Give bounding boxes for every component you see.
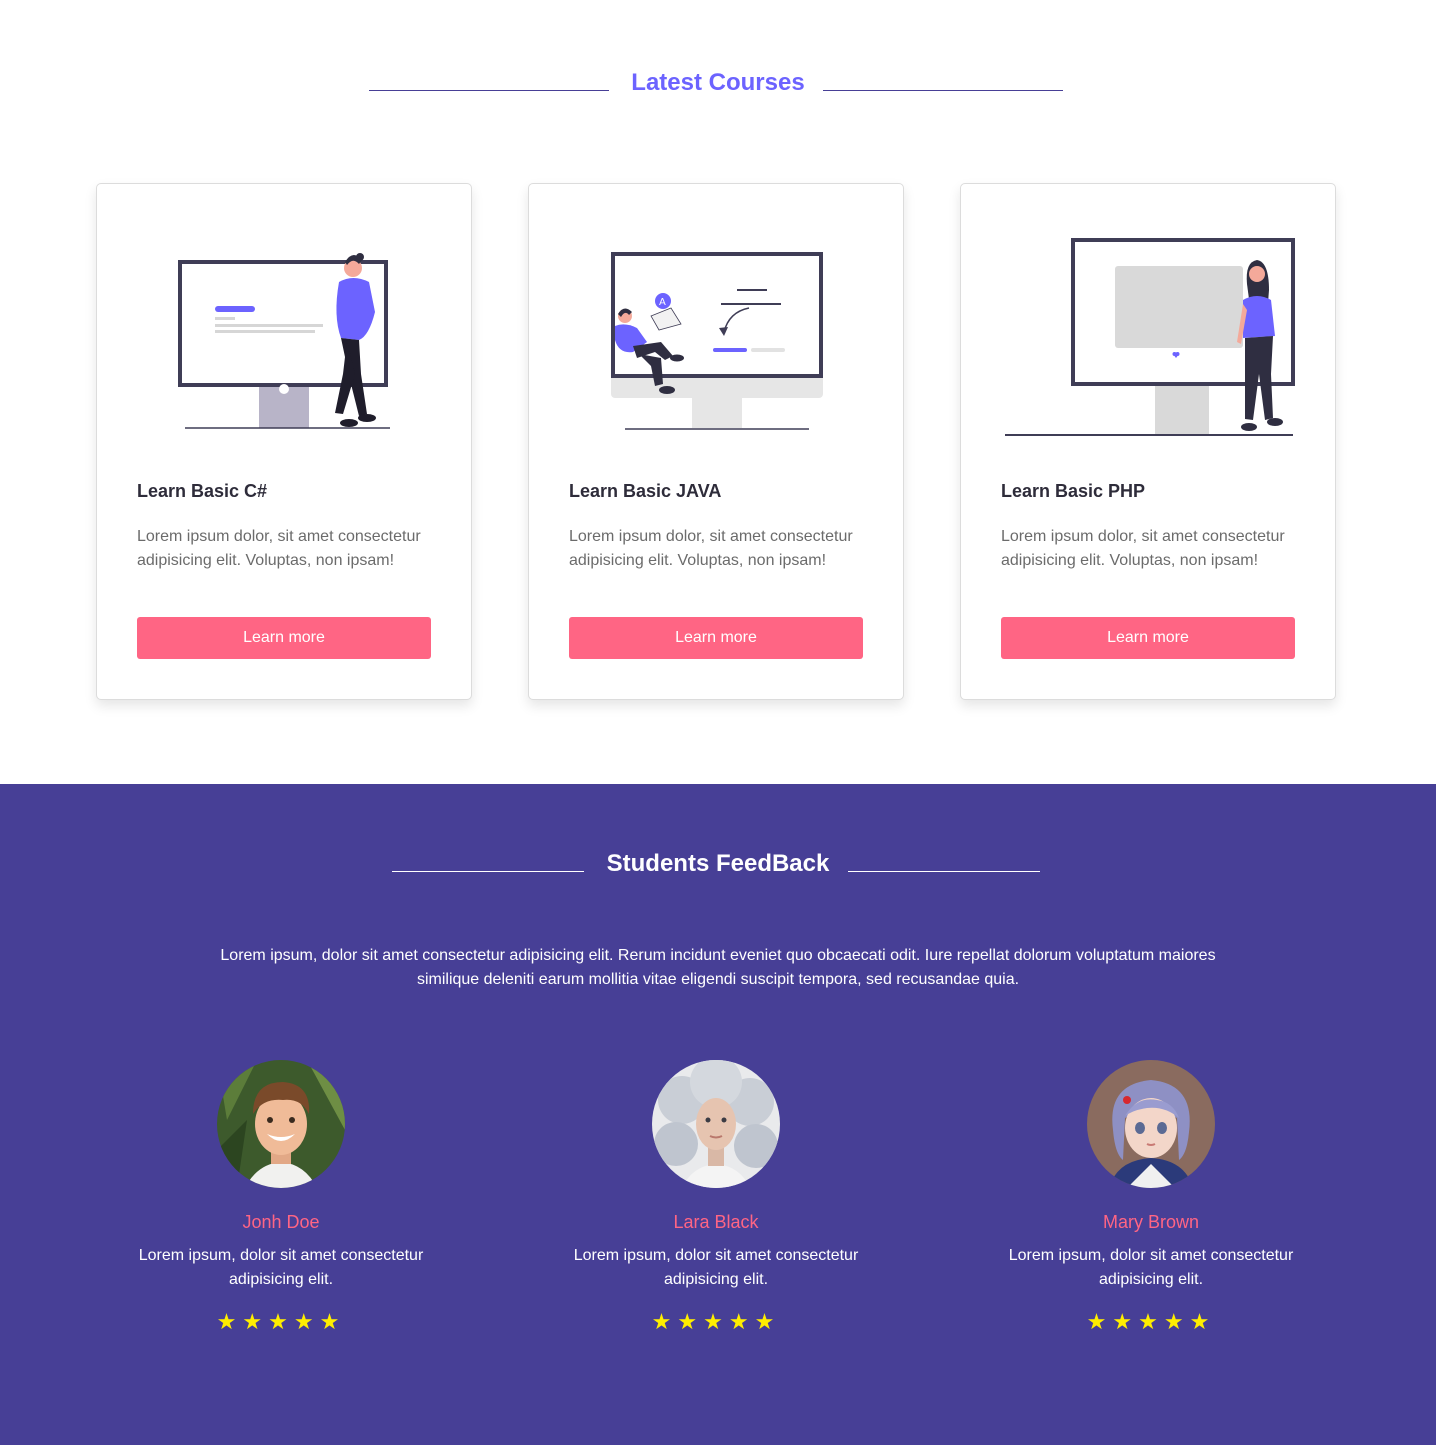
avatar	[652, 1060, 780, 1188]
star-icon: ★	[728, 1309, 755, 1334]
star-icon: ★	[1086, 1309, 1113, 1334]
section-heading: Latest Courses	[0, 68, 1436, 108]
star-icon: ★	[1163, 1309, 1190, 1334]
student-name: Lara Black	[673, 1212, 759, 1232]
course-card: Learn Basic C# Lorem ipsum dolor, sit am…	[96, 183, 472, 700]
section-title: Students FeedBack	[606, 850, 830, 877]
course-illustration: A	[611, 252, 823, 430]
star-icon: ★	[1112, 1309, 1139, 1334]
star-icon: ★	[1138, 1309, 1164, 1334]
course-card: A Learn Basic JAVA Lorem ipsum dolor, si…	[528, 183, 904, 700]
feedback-intro: Lorem ipsum, dolor sit amet consectetur …	[220, 947, 1216, 988]
star-icon: ★	[293, 1309, 320, 1334]
star-icon: ★	[242, 1309, 269, 1334]
star-icon: ★	[677, 1309, 704, 1334]
student-name: Jonh Doe	[242, 1212, 320, 1232]
student-testimonial: Lara Black Lorem ipsum, dolor sit amet c…	[536, 1060, 896, 1360]
course-illustration	[1005, 238, 1295, 436]
section-heading: Students FeedBack	[0, 849, 1436, 889]
course-title: Learn Basic JAVA	[569, 481, 722, 501]
course-description: Lorem ipsum dolor, sit amet consectetur …	[137, 528, 421, 569]
student-testimonial: Jonh Doe Lorem ipsum, dolor sit amet con…	[101, 1060, 461, 1360]
heading-rule-right	[823, 90, 1063, 91]
star-icon: ★	[1189, 1309, 1216, 1334]
latest-courses-section: Latest Courses Learn Basic C# Lorem ipsu…	[0, 0, 1436, 784]
course-description: Lorem ipsum dolor, sit amet consectetur …	[1001, 528, 1285, 569]
course-title: Learn Basic C#	[137, 481, 268, 501]
star-icon: ★	[703, 1309, 729, 1334]
students-feedback-section: Students FeedBack Lorem ipsum, dolor sit…	[0, 784, 1436, 1445]
heading-rule-right	[848, 871, 1040, 872]
course-description: Lorem ipsum dolor, sit amet consectetur …	[569, 528, 853, 569]
course-title: Learn Basic PHP	[1001, 481, 1146, 501]
student-comment: Lorem ipsum, dolor sit amet consectetur …	[573, 1247, 859, 1288]
student-comment: Lorem ipsum, dolor sit amet consectetur …	[1008, 1247, 1294, 1288]
course-card: Learn Basic PHP Lorem ipsum dolor, sit a…	[960, 183, 1336, 700]
star-icon: ★	[319, 1309, 346, 1334]
learn-more-button[interactable]: Learn more	[137, 617, 431, 659]
star-icon: ★	[216, 1309, 243, 1334]
section-title: Latest Courses	[631, 69, 805, 96]
avatar	[217, 1060, 345, 1188]
star-icon: ★	[754, 1309, 781, 1334]
rating-stars: ★★★★★	[536, 1310, 896, 1334]
rating-stars: ★★★★★	[971, 1310, 1331, 1334]
rating-stars: ★★★★★	[101, 1310, 461, 1334]
learn-more-button[interactable]: Learn more	[1001, 617, 1295, 659]
svg-text:A: A	[659, 297, 666, 308]
learn-more-button[interactable]: Learn more	[569, 617, 863, 659]
student-name: Mary Brown	[1102, 1212, 1200, 1232]
star-icon: ★	[651, 1309, 678, 1334]
student-comment: Lorem ipsum, dolor sit amet consectetur …	[138, 1247, 424, 1288]
course-illustration	[178, 253, 390, 429]
star-icon: ★	[268, 1309, 294, 1334]
avatar	[1087, 1060, 1215, 1188]
student-testimonial: Mary Brown Lorem ipsum, dolor sit amet c…	[971, 1060, 1331, 1360]
